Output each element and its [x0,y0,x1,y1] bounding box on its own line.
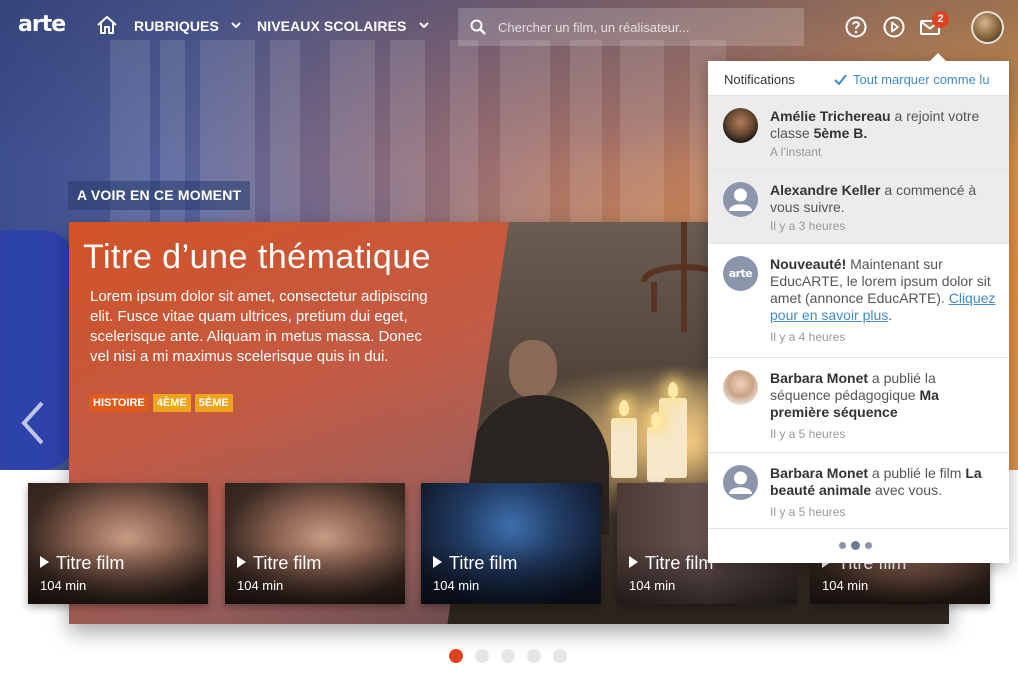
user-avatar[interactable] [971,11,1004,44]
check-icon [834,74,847,85]
notifications-title: Notifications [724,72,795,87]
avatar [723,108,758,143]
search-bar[interactable] [458,8,804,46]
notification-text: Barbara Monet a publié le film La beauté… [770,465,982,498]
film-duration: 104 min [40,578,87,593]
tag-5eme[interactable]: 5ÈME [194,394,233,412]
pagination-dot[interactable] [475,649,489,663]
chevron-left-icon[interactable] [18,400,48,446]
notification-time: Il y a 5 heures [770,505,846,519]
notification-text: Nouveauté! Maintenant sur EducARTE, le l… [770,256,996,323]
notification-item[interactable]: arte Nouveauté! Maintenant sur EducARTE,… [708,244,1009,358]
film-card[interactable]: Titre film 104 min [421,483,601,604]
user-icon [729,188,752,211]
play-circle-icon[interactable] [883,16,905,38]
default-avatar [723,465,758,500]
notification-item[interactable]: Barbara Monet a publié le film La beauté… [708,453,1009,529]
nav-rubriques-label: RUBRIQUES [134,18,219,34]
default-avatar [723,182,758,217]
search-icon [470,19,486,35]
pagination-dot[interactable] [527,649,541,663]
film-duration: 104 min [237,578,284,593]
notification-item[interactable]: Alexandre Keller a commencé à vous suivr… [708,170,1009,244]
pagination-dot[interactable] [553,649,567,663]
play-icon [433,556,442,568]
notification-text: Barbara Monet a publié la séquence pédag… [770,370,939,420]
top-navigation: arte RUBRIQUES NIVEAUX SCOLAIRES 2 [0,0,1018,54]
feature-tags: HISTOIRE 4ÈME 5ÈME [89,393,237,412]
film-duration: 104 min [629,578,676,593]
nav-niveaux-label: NIVEAUX SCOLAIRES [257,18,407,34]
film-title: Titre film [40,553,124,574]
pagination-dot[interactable] [501,649,515,663]
search-input[interactable] [498,17,788,37]
arte-logo[interactable]: arte [18,12,66,37]
user-icon [729,471,752,494]
mail-count-badge: 2 [932,11,949,28]
film-title: Titre film [237,553,321,574]
film-duration: 104 min [433,578,480,593]
notification-time: Il y a 4 heures [770,330,846,344]
film-title: Titre film [433,553,517,574]
feature-title: Titre d’une thématique [83,238,432,276]
play-icon [40,556,49,568]
play-icon [237,556,246,568]
pagination-dot[interactable] [449,649,463,663]
nav-rubriques[interactable]: RUBRIQUES [134,18,241,34]
tag-histoire[interactable]: HISTOIRE [89,394,149,412]
mark-all-read-label: Tout marquer comme lu [853,72,990,87]
home-icon[interactable] [96,15,118,35]
film-duration: 104 min [822,578,869,593]
chevron-down-icon [418,22,429,29]
feature-description: Lorem ipsum dolor sit amet, consectetur … [90,288,428,365]
notification-time: A l’instant [770,145,822,159]
play-icon [629,556,638,568]
notification-time: Il y a 3 heures [770,219,846,233]
film-card[interactable]: Titre film 104 min [225,483,405,604]
notifications-header: Notifications Tout marquer comme lu [708,61,1009,96]
notification-item[interactable]: Amélie Trichereau a rejoint votre classe… [708,96,1009,170]
notification-item[interactable]: Barbara Monet a publié la séquence pédag… [708,358,1009,453]
avatar [723,370,758,405]
tag-4eme[interactable]: 4ÈME [152,394,191,412]
notification-time: Il y a 5 heures [770,427,846,441]
chevron-down-icon [231,22,241,29]
notification-text: Alexandre Keller a commencé à vous suivr… [770,182,977,215]
notification-text: Amélie Trichereau a rejoint votre classe… [770,108,980,141]
film-title: Titre film [629,553,713,574]
arte-avatar: arte [723,256,758,291]
film-card[interactable]: Titre film 104 min [28,483,208,604]
help-icon[interactable] [845,16,867,38]
mark-all-read-button[interactable]: Tout marquer comme lu [834,72,990,87]
nav-niveaux-scolaires[interactable]: NIVEAUX SCOLAIRES [257,18,429,34]
section-label: A VOIR EN CE MOMENT [68,181,251,210]
notifications-panel: Notifications Tout marquer comme lu Amél… [708,53,1009,563]
